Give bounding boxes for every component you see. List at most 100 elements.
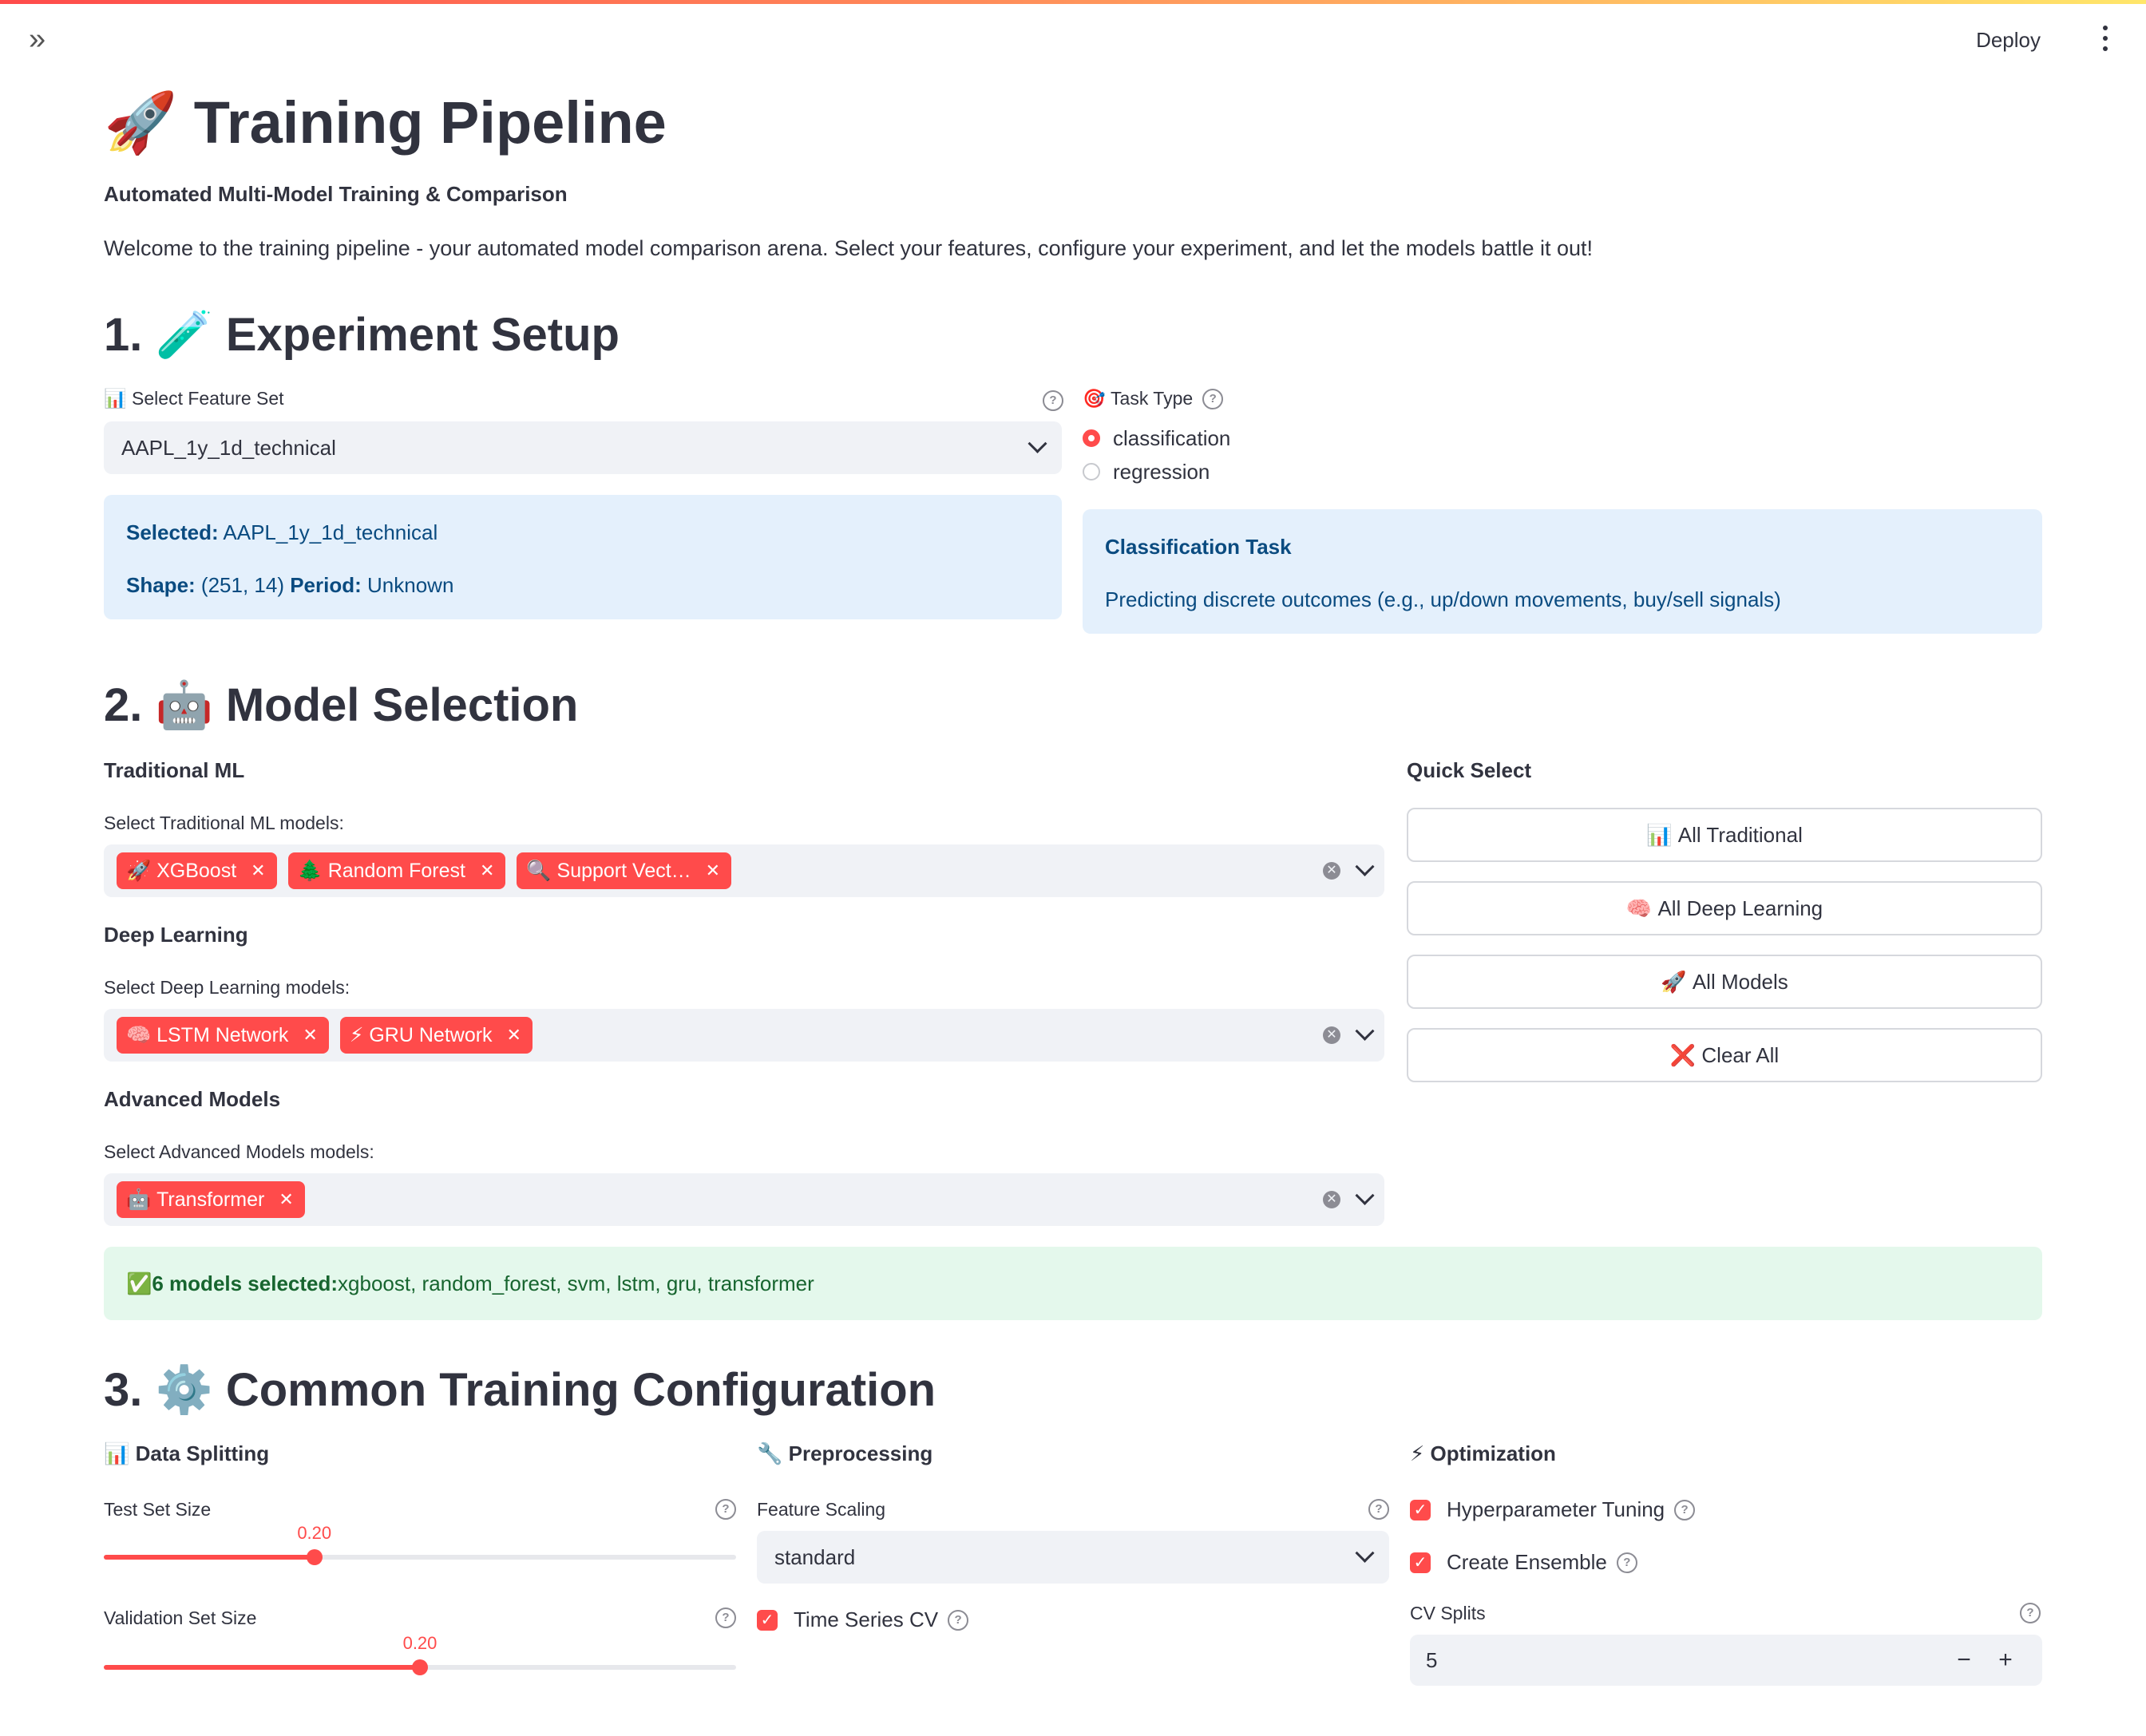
help-icon[interactable]: ? bbox=[1043, 390, 1063, 411]
traditional-ml-multiselect[interactable]: 🚀 XGBoost ✕ 🌲 Random Forest ✕ 🔍 Support Ve… bbox=[104, 844, 1384, 897]
remove-chip-icon[interactable]: ✕ bbox=[279, 1189, 293, 1210]
remove-chip-icon[interactable]: ✕ bbox=[480, 860, 494, 881]
deep-learning-label: Select Deep Learning models: bbox=[104, 977, 350, 998]
help-icon[interactable]: ? bbox=[1674, 1499, 1696, 1520]
radio-regression[interactable]: regression bbox=[1083, 455, 1230, 488]
chip-label: Support Vect… bbox=[556, 859, 691, 882]
selected-value: AAPL_1y_1d_technical bbox=[218, 520, 438, 544]
increment-button[interactable]: + bbox=[1985, 1647, 2026, 1674]
target-icon: 🎯 bbox=[1083, 388, 1106, 409]
chip-label: LSTM Network bbox=[156, 1023, 289, 1046]
chevron-down-icon[interactable] bbox=[1355, 1021, 1375, 1041]
advanced-models-multiselect[interactable]: 🤖 Transformer ✕ ✕ bbox=[104, 1173, 1384, 1226]
radio-selected-indicator bbox=[1083, 429, 1100, 447]
chevron-down-icon[interactable] bbox=[1355, 1185, 1375, 1205]
decrement-button[interactable]: − bbox=[1943, 1647, 1985, 1674]
slider-fill bbox=[104, 1555, 315, 1560]
chevron-down-icon[interactable] bbox=[1355, 856, 1375, 876]
radio-classification[interactable]: classification bbox=[1083, 421, 1230, 455]
help-icon[interactable]: ? bbox=[1368, 1499, 1389, 1520]
models-selected-summary: ✅ 6 models selected: xgboost, random_for… bbox=[104, 1247, 2042, 1320]
validation-set-size-slider[interactable]: 0.20 bbox=[104, 1633, 736, 1681]
rocket-icon: 🚀 bbox=[126, 859, 152, 882]
all-models-button[interactable]: 🚀 All Models bbox=[1407, 955, 2042, 1009]
help-icon[interactable]: ? bbox=[1202, 388, 1224, 409]
chip-xgboost: 🚀 XGBoost ✕ bbox=[117, 852, 277, 889]
chip-gru: ⚡ GRU Network ✕ bbox=[339, 1017, 533, 1054]
clear-selection-icon[interactable]: ✕ bbox=[1323, 1026, 1340, 1044]
slider-value: 0.20 bbox=[402, 1633, 438, 1653]
traditional-ml-title: Traditional ML bbox=[104, 758, 245, 782]
test-set-size-slider[interactable]: 0.20 bbox=[104, 1523, 736, 1571]
robot-icon: 🤖 bbox=[126, 1188, 152, 1211]
task-type-label-text: Task Type bbox=[1111, 388, 1194, 409]
remove-chip-icon[interactable]: ✕ bbox=[706, 860, 720, 881]
help-icon[interactable]: ? bbox=[1616, 1552, 1637, 1573]
cv-splits-value[interactable]: 5 bbox=[1426, 1648, 1943, 1673]
data-splitting-title: 📊 Data Splitting bbox=[104, 1441, 269, 1466]
chip-random-forest: 🌲 Random Forest ✕ bbox=[287, 852, 506, 889]
slider-thumb[interactable] bbox=[306, 1549, 323, 1565]
section-title: Common Training Configuration bbox=[225, 1364, 936, 1416]
tree-icon: 🌲 bbox=[297, 859, 323, 882]
help-icon[interactable]: ? bbox=[715, 1607, 736, 1628]
cross-mark-icon: ❌ bbox=[1669, 1042, 1697, 1067]
traditional-ml-label: Select Traditional ML models: bbox=[104, 813, 344, 833]
all-deep-learning-button[interactable]: 🧠 All Deep Learning bbox=[1407, 881, 2042, 935]
deep-learning-multiselect[interactable]: 🧠 LSTM Network ✕ ⚡ GRU Network ✕ ✕ bbox=[104, 1009, 1384, 1062]
section-number: 1. bbox=[104, 309, 143, 361]
page-title: 🚀 Training Pipeline bbox=[104, 80, 667, 166]
summary-count: 6 models selected: bbox=[152, 1271, 339, 1295]
optimization-title-text: Optimization bbox=[1430, 1441, 1556, 1465]
bar-chart-icon: 📊 bbox=[104, 1441, 130, 1465]
button-label: All Models bbox=[1692, 969, 1788, 994]
remove-chip-icon[interactable]: ✕ bbox=[507, 1025, 521, 1046]
section-model-selection-heading: 2. 🤖 Model Selection bbox=[104, 677, 578, 734]
checkbox-checked-icon: ✓ bbox=[1410, 1552, 1431, 1573]
clear-all-button[interactable]: ❌ Clear All bbox=[1407, 1028, 2042, 1082]
deploy-button[interactable]: Deploy bbox=[1976, 24, 2041, 56]
section-number: 3. bbox=[104, 1364, 143, 1416]
quick-select-title: Quick Select bbox=[1407, 758, 1532, 782]
checkbox-checked-icon: ✓ bbox=[757, 1609, 778, 1631]
remove-chip-icon[interactable]: ✕ bbox=[303, 1025, 317, 1046]
feature-scaling-select[interactable]: standard bbox=[757, 1531, 1389, 1584]
chevron-down-icon bbox=[1355, 1543, 1375, 1563]
preprocessing-title: 🔧 Preprocessing bbox=[757, 1441, 932, 1466]
chevron-down-icon bbox=[1027, 433, 1047, 453]
time-series-cv-checkbox[interactable]: ✓ Time Series CV ? bbox=[757, 1607, 969, 1632]
robot-icon: 🤖 bbox=[155, 679, 213, 731]
top-decoration-bar bbox=[0, 0, 2146, 4]
rocket-icon: 🚀 bbox=[104, 89, 178, 156]
advanced-models-title: Advanced Models bbox=[104, 1087, 281, 1111]
chip-svm: 🔍 Support Vect… ✕ bbox=[517, 852, 732, 889]
rocket-icon: 🚀 bbox=[1661, 969, 1687, 994]
test-set-size-label: Test Set Size bbox=[104, 1499, 212, 1520]
help-icon[interactable]: ? bbox=[948, 1609, 969, 1631]
task-info-title: Classification Task bbox=[1105, 535, 1292, 559]
checkbox-label: Time Series CV bbox=[794, 1607, 939, 1631]
remove-chip-icon[interactable]: ✕ bbox=[251, 860, 265, 881]
cv-splits-input[interactable]: 5 − + bbox=[1410, 1635, 2042, 1686]
help-icon[interactable]: ? bbox=[2020, 1603, 2041, 1623]
chip-label: Transformer bbox=[156, 1188, 265, 1211]
slider-thumb[interactable] bbox=[412, 1659, 428, 1675]
feature-set-value: AAPL_1y_1d_technical bbox=[121, 435, 336, 460]
page-subtitle: Automated Multi-Model Training & Compari… bbox=[104, 182, 568, 206]
button-label: Clear All bbox=[1701, 1042, 1780, 1067]
task-info-body: Predicting discrete outcomes (e.g., up/d… bbox=[1105, 587, 1781, 611]
chip-transformer: 🤖 Transformer ✕ bbox=[117, 1181, 305, 1218]
section-training-config-heading: 3. ⚙️ Common Training Configuration bbox=[104, 1362, 936, 1419]
expand-sidebar-icon[interactable]: » bbox=[29, 24, 46, 54]
main-menu-icon[interactable] bbox=[2100, 22, 2111, 54]
page-title-text: Training Pipeline bbox=[193, 89, 667, 156]
feature-set-select[interactable]: AAPL_1y_1d_technical bbox=[104, 421, 1062, 474]
wrench-icon: 🔧 bbox=[757, 1441, 783, 1465]
clear-selection-icon[interactable]: ✕ bbox=[1323, 1191, 1340, 1208]
radio-label: classification bbox=[1113, 425, 1231, 450]
help-icon[interactable]: ? bbox=[715, 1499, 736, 1520]
create-ensemble-checkbox[interactable]: ✓ Create Ensemble ? bbox=[1410, 1550, 1637, 1575]
hyperparameter-tuning-checkbox[interactable]: ✓ Hyperparameter Tuning ? bbox=[1410, 1497, 1696, 1522]
clear-selection-icon[interactable]: ✕ bbox=[1323, 862, 1340, 880]
all-traditional-button[interactable]: 📊 All Traditional bbox=[1407, 808, 2042, 862]
